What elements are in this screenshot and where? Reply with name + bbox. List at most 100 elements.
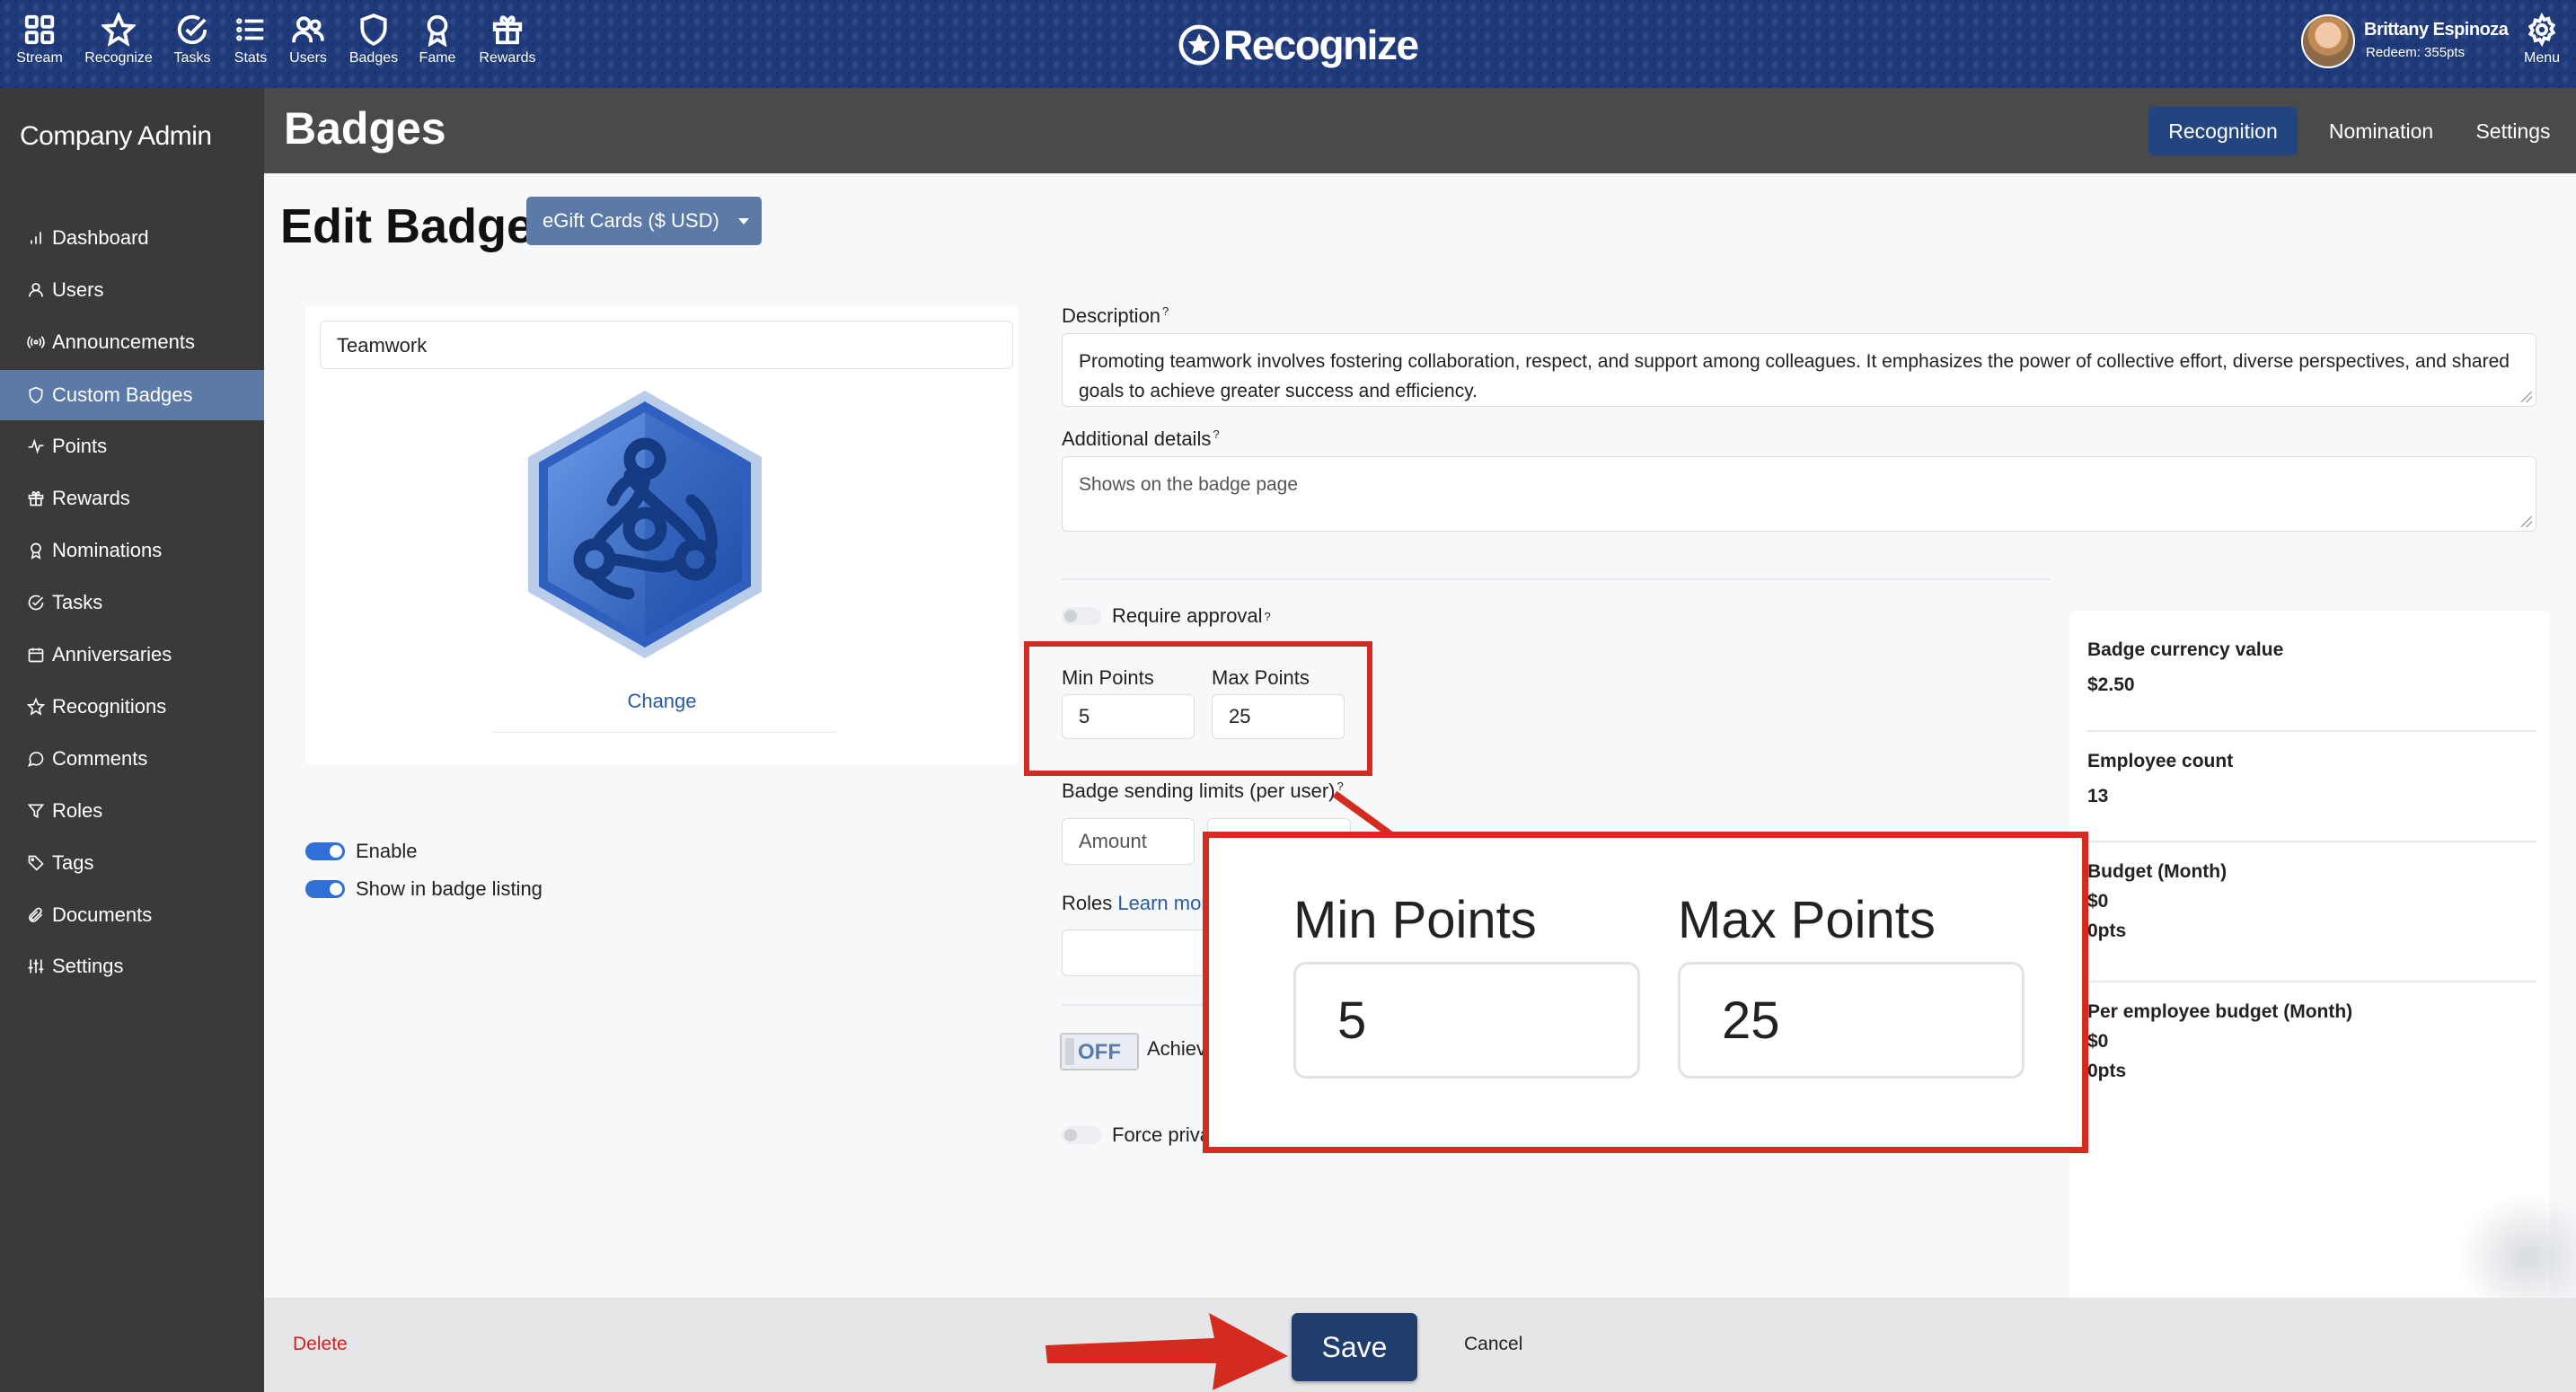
tag-icon (28, 855, 44, 871)
paperclip-icon (29, 907, 43, 922)
cancel-button[interactable]: Cancel (1464, 1334, 1522, 1355)
per-employee-budget-money: $0 (2087, 1031, 2109, 1052)
sidebar-item-recognitions[interactable]: Recognitions (0, 682, 264, 732)
delete-button[interactable]: Delete (293, 1334, 348, 1355)
tab-nomination[interactable]: Nomination (2314, 107, 2448, 155)
nav-users[interactable]: Users (270, 13, 346, 66)
change-image-link[interactable]: Change (305, 690, 1019, 713)
show-listing-toggle-row[interactable]: Show in badge listing (305, 877, 543, 901)
zoom-min-points-input: 5 (1293, 962, 1640, 1079)
sidebar-item-label: Documents (52, 903, 153, 926)
nav-recognize[interactable]: Recognize (81, 13, 156, 66)
achievement-toggle[interactable]: OFF (1060, 1033, 1139, 1070)
star-icon (101, 13, 136, 47)
budget-money: $0 (2087, 891, 2109, 912)
sidebar-item-label: Comments (52, 747, 148, 770)
sending-limit-amount-input[interactable]: Amount (1062, 818, 1195, 865)
check-circle-icon (28, 595, 44, 611)
sidebar-item-custom-badges[interactable]: Custom Badges (0, 370, 264, 420)
resize-grip-icon[interactable] (2521, 516, 2532, 527)
sidebar-item-label: Custom Badges (52, 383, 193, 406)
tab-recognition[interactable]: Recognition (2148, 107, 2298, 155)
require-approval-label: Require approval (1112, 604, 1263, 627)
zoom-callout: Min Points Max Points 5 25 (1203, 832, 2088, 1153)
sidebar-item-tags[interactable]: Tags (0, 838, 264, 888)
shield-icon (29, 386, 43, 404)
sidebar-item-users[interactable]: Users (0, 265, 264, 315)
roles-label: Roles Learn more (1062, 892, 1219, 914)
star-badge-icon (1178, 24, 1220, 66)
resize-grip-icon[interactable] (2521, 392, 2532, 402)
per-employee-budget-points: 0pts (2087, 1061, 2127, 1081)
currency-dropdown[interactable]: eGift Cards ($ USD) (526, 197, 762, 245)
sidebar-item-label: Recognitions (52, 695, 167, 718)
menu-button[interactable]: Menu (2515, 13, 2569, 66)
zoom-max-points-input: 25 (1678, 962, 2025, 1079)
sidebar-item-rewards[interactable]: Rewards (0, 473, 264, 524)
user-icon (29, 283, 43, 297)
show-listing-label: Show in badge listing (356, 877, 543, 900)
sidebar-item-roles[interactable]: Roles (0, 786, 264, 836)
divider (1062, 578, 2050, 580)
help-icon: ? (1213, 427, 1220, 441)
amount-placeholder: Amount (1079, 830, 1147, 852)
force-private-toggle[interactable] (1062, 1126, 1101, 1144)
require-approval-row[interactable]: Require approval? (1062, 604, 1271, 628)
grid-icon (24, 14, 55, 45)
teamwork-badge-image[interactable] (521, 385, 769, 664)
page-title: Badges (284, 103, 446, 154)
calendar-icon (28, 648, 44, 663)
sidebar-item-anniversaries[interactable]: Anniversaries (0, 630, 264, 680)
activity-icon (28, 438, 44, 454)
form-actions-bar: Delete Save Cancel (264, 1298, 2576, 1392)
sidebar-item-points[interactable]: Points (0, 421, 264, 471)
enable-label: Enable (356, 840, 418, 862)
award-icon (31, 542, 41, 559)
nav-fame[interactable]: Fame (400, 13, 475, 66)
require-approval-toggle[interactable] (1062, 607, 1101, 625)
sidebar-item-nominations[interactable]: Nominations (0, 525, 264, 576)
users-icon (292, 16, 324, 43)
sidebar-item-comments[interactable]: Comments (0, 734, 264, 784)
recognize-logo[interactable]: Recognize (1178, 20, 1419, 70)
sidebar-item-label: Points (52, 435, 108, 457)
broadcast-icon (27, 336, 45, 348)
currency-label: eGift Cards ($ USD) (543, 209, 719, 232)
enable-toggle-row[interactable]: Enable (305, 840, 418, 863)
nav-stream[interactable]: Stream (2, 13, 77, 66)
shield-icon (360, 13, 387, 46)
show-listing-toggle[interactable] (305, 880, 345, 898)
sidebar-item-settings[interactable]: Settings (0, 941, 264, 991)
gear-icon (2527, 13, 2556, 47)
sidebar-item-documents[interactable]: Documents (0, 890, 264, 940)
gift-icon (492, 15, 523, 45)
sidebar-item-label: Users (52, 278, 104, 301)
divider (2087, 730, 2536, 732)
avatar[interactable] (2301, 14, 2355, 68)
description-text: Promoting teamwork involves fostering co… (1079, 351, 2510, 401)
employee-count-label: Employee count (2087, 751, 2234, 771)
save-button[interactable]: Save (1292, 1313, 1417, 1381)
user-redeem-points[interactable]: Redeem: 355pts (2366, 45, 2465, 60)
sidebar-item-dashboard[interactable]: Dashboard (0, 213, 264, 263)
sidebar-item-label: Dashboard (52, 226, 149, 249)
description-textarea[interactable]: Promoting teamwork involves fostering co… (1062, 333, 2536, 407)
sidebar-item-label: Tags (52, 851, 94, 874)
nav-rewards[interactable]: Rewards (470, 13, 545, 66)
per-employee-budget-label: Per employee budget (Month) (2087, 1001, 2353, 1022)
sidebar-item-tasks[interactable]: Tasks (0, 577, 264, 628)
nav-label: Rewards (479, 50, 536, 66)
sidebar-item-announcements[interactable]: Announcements (0, 317, 264, 367)
tab-settings[interactable]: Settings (2457, 107, 2569, 155)
description-label: Description? (1062, 304, 1169, 327)
budget-label: Budget (Month) (2087, 861, 2228, 882)
admin-sidebar: Company Admin Dashboard Users Announceme… (0, 88, 264, 1392)
additional-details-textarea[interactable]: Shows on the badge page (1062, 456, 2536, 532)
user-name[interactable]: Brittany Espinoza (2364, 20, 2509, 40)
help-icon: ? (1162, 304, 1169, 318)
divider (494, 732, 835, 733)
nav-label: Fame (419, 50, 456, 66)
badge-name-input[interactable]: Teamwork (320, 321, 1013, 369)
additional-details-placeholder: Shows on the badge page (1079, 474, 1299, 495)
enable-toggle[interactable] (305, 842, 345, 860)
